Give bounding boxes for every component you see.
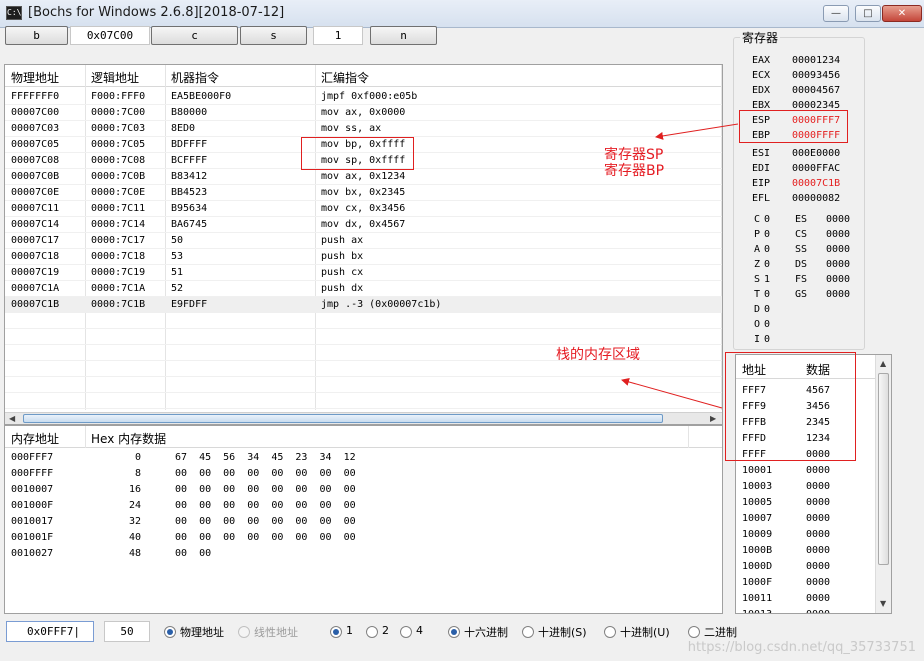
linear-address-radio[interactable] xyxy=(238,626,250,638)
binary-label: 二进制 xyxy=(704,626,737,639)
decimal-signed-radio[interactable] xyxy=(522,626,534,638)
hex-label: 十六进制 xyxy=(464,626,508,639)
width-1-label: 1 xyxy=(346,624,353,637)
memory-length-input[interactable]: 50 xyxy=(104,621,150,642)
decimal-unsigned-label: 十进制(U) xyxy=(620,626,670,639)
arrow-to-sp-label xyxy=(655,123,739,140)
width-4-radio[interactable] xyxy=(400,626,412,638)
physical-address-label: 物理地址 xyxy=(180,626,224,639)
width-2-label: 2 xyxy=(382,624,389,637)
width-2-radio[interactable] xyxy=(366,626,378,638)
watermark: https://blog.csdn.net/qq_35733751 xyxy=(687,640,916,655)
arrow-to-stack-label xyxy=(621,378,723,409)
width-4-label: 4 xyxy=(416,624,423,637)
memory-address-input[interactable]: 0x0FFF7| xyxy=(6,621,94,642)
binary-radio[interactable] xyxy=(688,626,700,638)
linear-address-label: 线性地址 xyxy=(254,626,298,639)
annotation-arrows xyxy=(621,123,739,409)
width-1-radio[interactable] xyxy=(330,626,342,638)
physical-address-radio[interactable] xyxy=(164,626,176,638)
decimal-signed-label: 十进制(S) xyxy=(538,626,587,639)
decimal-unsigned-radio[interactable] xyxy=(604,626,616,638)
hex-radio[interactable] xyxy=(448,626,460,638)
